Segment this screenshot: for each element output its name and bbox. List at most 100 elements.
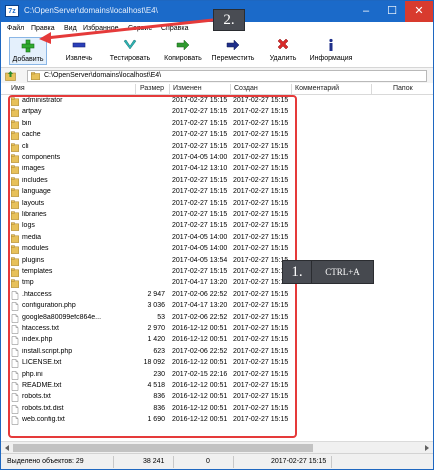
delete-button[interactable]: Удалить xyxy=(265,37,301,65)
file-row[interactable]: logs 2017-02-27 15:15 2017-02-27 15:15 xyxy=(1,221,433,232)
menu-view[interactable]: Вид xyxy=(64,25,77,32)
step-1-badge: 1. xyxy=(282,260,312,284)
file-row[interactable]: includes 2017-02-27 15:15 2017-02-27 15:15 xyxy=(1,176,433,187)
file-row[interactable]: README.txt 4 518 2016-12-12 00:51 2017-02-2… xyxy=(1,381,433,392)
extract-button[interactable]: Извлечь xyxy=(59,37,99,65)
copy-button[interactable]: Копировать xyxy=(157,37,209,65)
file-size: 18 092 xyxy=(143,359,165,367)
header-folders[interactable]: Папок xyxy=(393,85,413,92)
path-input[interactable]: C:\OpenServer\domains\localhost\E4\ xyxy=(27,70,427,82)
file-created: 2017-02-27 15:15 xyxy=(233,302,289,310)
close-button[interactable]: ✕ xyxy=(405,1,433,22)
file-modified: 2017-04-17 13:20 xyxy=(172,279,228,287)
test-button[interactable]: Тестировать xyxy=(105,37,155,65)
add-button[interactable]: Добавить xyxy=(9,37,47,65)
column-divider[interactable] xyxy=(291,84,292,95)
menu-help[interactable]: Справка xyxy=(161,25,188,32)
file-size: 623 xyxy=(153,347,165,355)
file-modified: 2017-02-27 15:15 xyxy=(172,188,228,196)
file-name: artpay xyxy=(22,108,42,116)
file-created: 2017-02-27 15:15 xyxy=(233,370,289,378)
file-created: 2017-02-27 15:15 xyxy=(233,416,289,424)
file-icon xyxy=(11,405,19,414)
file-modified: 2017-04-05 14:00 xyxy=(172,233,228,241)
file-size: 836 xyxy=(153,393,165,401)
file-row[interactable]: layouts 2017-02-27 15:15 2017-02-27 15:15 xyxy=(1,199,433,210)
copy-label: Копировать xyxy=(164,55,202,62)
file-row[interactable]: images 2017-04-12 13:10 2017-02-27 15:15 xyxy=(1,164,433,175)
status-divider xyxy=(331,456,332,468)
file-created: 2017-02-27 15:15 xyxy=(233,290,289,298)
column-divider[interactable] xyxy=(230,84,231,95)
file-row[interactable]: administrator 2017-02-27 15:15 2017-02-27 … xyxy=(1,96,433,107)
info-button[interactable]: Информация xyxy=(303,37,359,65)
file-modified: 2017-02-27 15:15 xyxy=(172,222,228,230)
folder-icon xyxy=(11,188,19,198)
file-icon xyxy=(11,348,19,357)
folder-icon xyxy=(11,165,19,175)
selection-size: 38 241 xyxy=(143,458,165,465)
file-row[interactable]: cli 2017-02-27 15:15 2017-02-27 15:15 xyxy=(1,142,433,153)
header-size[interactable]: Размер xyxy=(140,85,164,92)
file-row[interactable]: htaccess.txt 2 970 2016-12-12 00:51 2017-02… xyxy=(1,324,433,335)
file-row[interactable]: .htaccess 2 947 2017-02-06 22:52 2017-02-27… xyxy=(1,290,433,301)
file-icon xyxy=(11,313,19,323)
menu-favorites[interactable]: Избранное xyxy=(83,25,118,32)
column-divider[interactable] xyxy=(371,84,372,95)
file-icon xyxy=(11,291,19,300)
info-icon xyxy=(329,38,333,51)
menu-tools[interactable]: Сервис xyxy=(128,25,152,32)
file-modified: 2016-12-12 00:51 xyxy=(172,359,228,367)
file-row[interactable]: components 2017-04-05 14:00 2017-02-27 15:… xyxy=(1,153,433,164)
header-comment[interactable]: Комментарий xyxy=(295,85,339,92)
folder-icon xyxy=(11,199,19,209)
header-modified[interactable]: Изменен xyxy=(173,85,202,92)
column-divider[interactable] xyxy=(135,84,136,95)
file-name: install.script.php xyxy=(22,347,73,355)
file-created: 2017-02-27 15:15 xyxy=(233,119,289,127)
file-row[interactable]: language 2017-02-27 15:15 2017-02-27 15:15 xyxy=(1,187,433,198)
file-row[interactable]: google8a80099efc864e... 53 2017-02-06 22:5… xyxy=(1,313,433,324)
move-button[interactable]: Переместить xyxy=(207,37,259,65)
file-row[interactable]: libraries 2017-02-27 15:15 2017-02-27 15:1… xyxy=(1,210,433,221)
file-row[interactable]: artpay 2017-02-27 15:15 2017-02-27 15:15 xyxy=(1,107,433,118)
scroll-right-icon[interactable] xyxy=(423,444,431,452)
scroll-left-icon[interactable] xyxy=(3,444,11,452)
header-created[interactable]: Создан xyxy=(234,85,258,92)
minimize-button[interactable]: – xyxy=(353,1,379,22)
file-icon xyxy=(11,302,19,311)
archive-manager-window: 7z C:\OpenServer\domains\localhost\E4\ –… xyxy=(0,0,434,470)
menu-edit[interactable]: Правка xyxy=(31,25,55,32)
file-row[interactable]: media 2017-04-05 14:00 2017-02-27 15:15 xyxy=(1,233,433,244)
folder-icon xyxy=(11,142,19,152)
menu-file[interactable]: Файл xyxy=(7,25,24,32)
file-created: 2017-02-27 15:15 xyxy=(233,165,289,173)
file-row[interactable]: LICENSE.txt 18 092 2016-12-12 00:51 2017-02… xyxy=(1,358,433,369)
file-modified: 2016-12-12 00:51 xyxy=(172,393,228,401)
file-row[interactable]: robots.txt.dist 836 2016-12-12 00:51 2017-0… xyxy=(1,404,433,415)
maximize-button[interactable]: ☐ xyxy=(379,1,405,22)
header-name[interactable]: Имя xyxy=(11,85,25,92)
file-row[interactable]: bin 2017-02-27 15:15 2017-02-27 15:15 xyxy=(1,119,433,130)
file-row[interactable]: modules 2017-04-05 14:00 2017-02-27 15:15 xyxy=(1,244,433,255)
file-row[interactable]: robots.txt 836 2016-12-12 00:51 2017-02-27 … xyxy=(1,392,433,403)
test-label: Тестировать xyxy=(109,55,151,62)
folder-up-icon[interactable] xyxy=(5,70,16,81)
file-row[interactable]: cache 2017-02-27 15:15 2017-02-27 15:15 xyxy=(1,130,433,141)
folder-icon xyxy=(11,256,19,266)
scrollbar-thumb[interactable] xyxy=(13,444,313,452)
column-divider[interactable] xyxy=(169,84,170,95)
file-row[interactable]: install.script.php 623 2017-02-06 22:52 201… xyxy=(1,347,433,358)
file-name: tmp xyxy=(22,279,34,287)
file-name: media xyxy=(22,233,42,241)
horizontal-scrollbar[interactable] xyxy=(1,441,433,453)
file-created: 2017-02-27 15:15 xyxy=(233,233,289,241)
file-row[interactable]: web.config.txt 1 690 2016-12-12 00:51 2017-… xyxy=(1,415,433,426)
file-row[interactable]: index.php 1 420 2016-12-12 00:51 2017-02-27… xyxy=(1,335,433,346)
file-row[interactable]: php.ini 230 2017-02-15 22:16 2017-02-27 15:… xyxy=(1,370,433,381)
file-name: administrator xyxy=(22,97,63,104)
file-modified: 2017-02-06 22:52 xyxy=(172,313,228,321)
file-row[interactable]: configuration.php 3 036 2017-04-17 13:20 20… xyxy=(1,301,433,312)
file-name: components xyxy=(22,154,61,161)
file-name: .htaccess xyxy=(22,290,52,298)
